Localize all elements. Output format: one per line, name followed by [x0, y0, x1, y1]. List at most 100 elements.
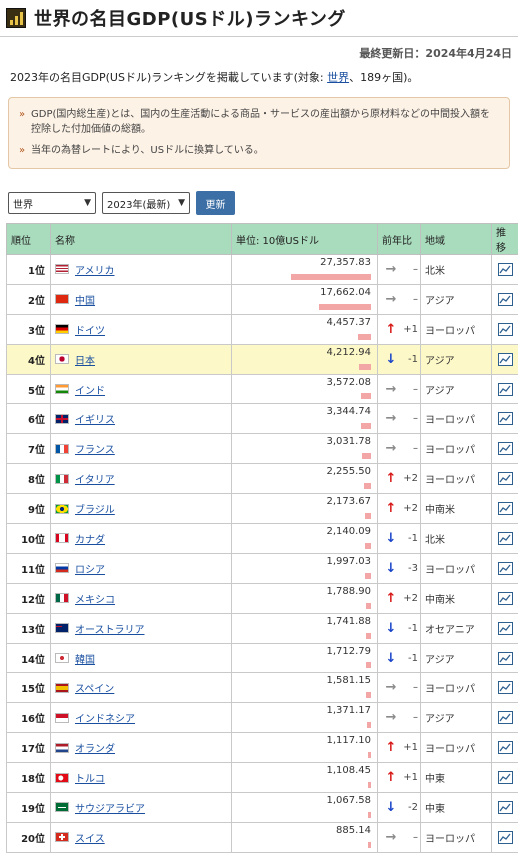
value-bar — [362, 453, 371, 459]
table-row: 10位 カナダ 2,140.09 ↓-1 北米 — [7, 524, 518, 554]
trend-chart-icon[interactable] — [498, 622, 513, 635]
gdp-value: 1,581.15 — [232, 673, 371, 686]
trend-chart-icon[interactable] — [498, 412, 513, 425]
country-cell: 日本 — [51, 344, 232, 374]
rank-cell: 12位 — [7, 583, 51, 613]
rank-cell: 3位 — [7, 314, 51, 344]
trend-chart-icon[interactable] — [498, 711, 513, 724]
note-item: 当年の為替レートにより、USドルに換算している。 — [19, 143, 499, 158]
trend-chart-icon[interactable] — [498, 801, 513, 814]
trend-chart-icon[interactable] — [498, 323, 513, 336]
arrow-down-icon: ↓ — [384, 621, 398, 636]
trend-chart-icon[interactable] — [498, 741, 513, 754]
table-row: 2位 中国 17,662.04 →– アジア — [7, 284, 518, 314]
value-cell: 1,712.79 — [232, 643, 378, 673]
value-cell: 1,997.03 — [232, 553, 378, 583]
value-bar — [368, 752, 371, 758]
country-link[interactable]: イギリス — [75, 415, 115, 426]
year-select[interactable]: 2023年(最新) ▼ — [102, 192, 190, 214]
country-cell: ロシア — [51, 553, 232, 583]
country-link[interactable]: 中国 — [75, 296, 95, 307]
trend-cell — [492, 613, 518, 643]
flag-us-icon — [55, 264, 69, 274]
value-cell: 885.14 — [232, 822, 378, 852]
value-cell: 1,117.10 — [232, 733, 378, 763]
arrow-up-icon: ↑ — [384, 471, 398, 486]
country-link[interactable]: 韓国 — [75, 655, 95, 666]
gdp-value: 1,997.03 — [232, 554, 371, 567]
region-cell: 中東 — [421, 793, 492, 823]
trend-chart-icon[interactable] — [498, 353, 513, 366]
trend-chart-icon[interactable] — [498, 263, 513, 276]
gdp-value: 1,108.45 — [232, 763, 371, 776]
country-link[interactable]: インドネシア — [75, 714, 135, 725]
country-link[interactable]: ロシア — [75, 565, 105, 576]
col-change[interactable]: 前年比 — [378, 224, 421, 255]
rank-cell: 4位 — [7, 344, 51, 374]
region-cell: 中南米 — [421, 583, 492, 613]
trend-chart-icon[interactable] — [498, 532, 513, 545]
country-link[interactable]: ブラジル — [75, 505, 115, 516]
col-name[interactable]: 名称 — [51, 224, 232, 255]
trend-chart-icon[interactable] — [498, 383, 513, 396]
rank-cell: 10位 — [7, 524, 51, 554]
rank-cell: 2位 — [7, 284, 51, 314]
country-link[interactable]: カナダ — [75, 535, 105, 546]
trend-chart-icon[interactable] — [498, 442, 513, 455]
country-link[interactable]: メキシコ — [75, 595, 115, 606]
rank-change: +2 — [398, 593, 418, 604]
change-cell: →– — [378, 404, 421, 434]
trend-chart-icon[interactable] — [498, 293, 513, 306]
rank-change: -1 — [398, 354, 418, 365]
page-title: 世界の名目GDP(USドル)ランキング — [34, 5, 346, 31]
col-rank[interactable]: 順位 — [7, 224, 51, 255]
region-cell: 北米 — [421, 255, 492, 285]
arrow-down-icon: ↓ — [384, 561, 398, 576]
world-link[interactable]: 世界 — [327, 71, 349, 84]
country-link[interactable]: ドイツ — [75, 326, 105, 337]
trend-chart-icon[interactable] — [498, 592, 513, 605]
country-link[interactable]: オーストラリア — [75, 625, 145, 636]
trend-chart-icon[interactable] — [498, 472, 513, 485]
country-link[interactable]: サウジアラビア — [75, 804, 145, 815]
col-region[interactable]: 地域 — [421, 224, 492, 255]
gdp-value: 3,344.74 — [232, 404, 371, 417]
country-link[interactable]: オランダ — [75, 744, 115, 755]
change-cell: ↑+2 — [378, 583, 421, 613]
table-row: 19位 サウジアラビア 1,067.58 ↓-2 中東 — [7, 793, 518, 823]
trend-chart-icon[interactable] — [498, 681, 513, 694]
country-link[interactable]: 日本 — [75, 356, 95, 367]
arrow-right-icon: → — [384, 710, 398, 725]
value-cell: 1,741.88 — [232, 613, 378, 643]
change-cell: ↓-3 — [378, 553, 421, 583]
page-header: 世界の名目GDP(USドル)ランキング — [0, 0, 518, 37]
trend-chart-icon[interactable] — [498, 562, 513, 575]
table-header-row: 順位 名称 単位: 10億USドル 前年比 地域 推移 — [7, 224, 518, 255]
value-bar — [359, 364, 371, 370]
intro-text: 2023年の名目GDP(USドル)ランキングを掲載しています(対象: 世界、18… — [0, 59, 518, 89]
area-select[interactable]: 世界 ▼ — [8, 192, 96, 214]
trend-chart-icon[interactable] — [498, 652, 513, 665]
region-cell: アジア — [421, 344, 492, 374]
value-bar — [361, 423, 371, 429]
trend-cell — [492, 524, 518, 554]
country-link[interactable]: フランス — [75, 445, 115, 456]
chevron-down-icon: ▼ — [84, 198, 91, 208]
trend-chart-icon[interactable] — [498, 502, 513, 515]
update-button[interactable]: 更新 — [196, 191, 235, 215]
country-link[interactable]: スイス — [75, 834, 105, 845]
value-bar — [365, 543, 371, 549]
country-link[interactable]: アメリカ — [75, 266, 115, 277]
value-bar — [368, 782, 371, 788]
col-value[interactable]: 単位: 10億USドル — [232, 224, 378, 255]
trend-chart-icon[interactable] — [498, 771, 513, 784]
country-link[interactable]: スペイン — [75, 684, 114, 695]
country-link[interactable]: イタリア — [75, 475, 115, 486]
value-cell: 1,788.90 — [232, 583, 378, 613]
value-bar — [366, 662, 371, 668]
country-link[interactable]: インド — [75, 386, 105, 397]
region-cell: アジア — [421, 284, 492, 314]
gdp-value: 1,117.10 — [232, 733, 371, 746]
country-link[interactable]: トルコ — [75, 774, 105, 785]
gdp-value: 4,457.37 — [232, 315, 371, 328]
